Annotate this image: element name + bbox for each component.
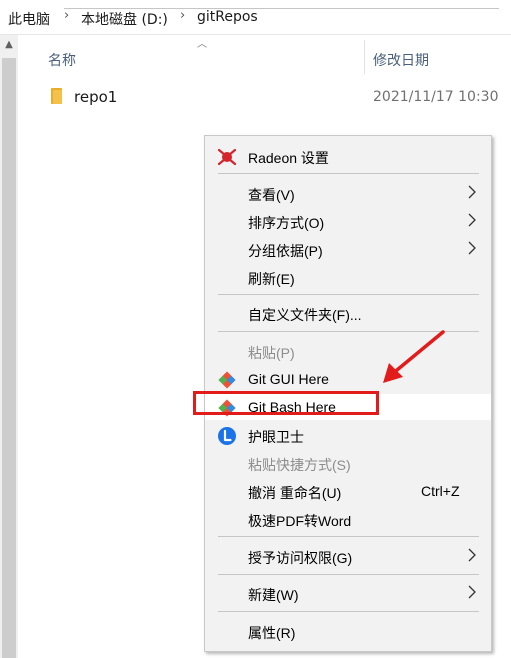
scroll-up-arrow-icon[interactable]: ▲ bbox=[0, 35, 18, 55]
menu-label: 查看(V) bbox=[248, 187, 295, 203]
folder-icon[interactable] bbox=[49, 87, 65, 105]
column-header-date[interactable]: 修改日期 bbox=[373, 50, 429, 70]
menu-label: 护眼卫士 bbox=[248, 429, 304, 445]
file-modified-date: 2021/11/17 10:30 bbox=[373, 89, 499, 105]
menu-label: 刷新(E) bbox=[248, 271, 295, 287]
menu-separator bbox=[218, 611, 479, 612]
column-header-name[interactable]: 名称 bbox=[48, 50, 76, 70]
menu-item-radeon-settings[interactable]: Radeon 设置 bbox=[205, 143, 491, 169]
breadcrumb-divider bbox=[0, 34, 511, 35]
menu-label: 排序方式(O) bbox=[248, 215, 325, 231]
menu-item-customize-folder[interactable]: 自定义文件夹(F)... bbox=[205, 300, 491, 326]
sort-ascending-icon: ︿ bbox=[197, 39, 207, 50]
menu-label: 授予访问权限(G) bbox=[248, 550, 353, 566]
scrollbar-thumb[interactable] bbox=[2, 58, 16, 658]
menu-item-sort-by[interactable]: 排序方式(O) bbox=[205, 208, 491, 234]
menu-separator bbox=[218, 173, 479, 174]
menu-item-group-by[interactable]: 分组依据(P) bbox=[205, 236, 491, 262]
menu-item-undo-rename[interactable]: 撤消 重命名(U) Ctrl+Z bbox=[205, 478, 491, 504]
column-divider[interactable] bbox=[364, 40, 365, 74]
breadcrumb-drive-d[interactable]: 本地磁盘 (D:) bbox=[81, 9, 168, 29]
menu-separator bbox=[218, 574, 479, 575]
menu-label: 撤消 重命名(U) bbox=[248, 485, 342, 501]
breadcrumb-gitrepos[interactable]: gitRepos bbox=[197, 9, 258, 25]
menu-shortcut: Ctrl+Z bbox=[421, 483, 460, 499]
menu-separator bbox=[218, 294, 479, 295]
annotation-arrow-icon bbox=[383, 330, 445, 383]
menu-item-properties[interactable]: 属性(R) bbox=[205, 618, 491, 644]
radeon-icon bbox=[217, 148, 237, 166]
menu-item-refresh[interactable]: 刷新(E) bbox=[205, 264, 491, 290]
submenu-arrow-icon bbox=[468, 241, 476, 255]
submenu-arrow-icon bbox=[468, 548, 476, 562]
menu-item-pdf-to-word[interactable]: 极速PDF转Word bbox=[205, 506, 491, 532]
menu-label: 分组依据(P) bbox=[248, 243, 323, 259]
breadcrumb-this-pc[interactable]: 此电脑 bbox=[8, 9, 50, 29]
git-gui-icon bbox=[218, 371, 236, 389]
menu-label: Git GUI Here bbox=[248, 371, 329, 387]
menu-item-view[interactable]: 查看(V) bbox=[205, 180, 491, 206]
menu-label: Radeon 设置 bbox=[248, 150, 329, 166]
menu-item-new[interactable]: 新建(W) bbox=[205, 580, 491, 606]
menu-label: 粘贴快捷方式(S) bbox=[248, 457, 351, 473]
menu-item-grant-access[interactable]: 授予访问权限(G) bbox=[205, 543, 491, 569]
eye-guard-icon bbox=[218, 427, 236, 445]
menu-label: 属性(R) bbox=[248, 625, 296, 641]
menu-item-eye-guard[interactable]: 护眼卫士 bbox=[205, 422, 491, 448]
file-name[interactable]: repo1 bbox=[74, 88, 117, 106]
menu-separator bbox=[218, 536, 479, 537]
breadcrumb: 此电脑 › 本地磁盘 (D:) › gitRepos bbox=[0, 0, 511, 34]
submenu-arrow-icon bbox=[468, 585, 476, 599]
submenu-arrow-icon bbox=[468, 213, 476, 227]
highlight-box bbox=[193, 391, 379, 415]
menu-item-paste-shortcut[interactable]: 粘贴快捷方式(S) bbox=[205, 450, 491, 476]
menu-label: 极速PDF转Word bbox=[248, 513, 352, 529]
submenu-arrow-icon bbox=[468, 185, 476, 199]
menu-label: 新建(W) bbox=[248, 587, 299, 603]
menu-label: 粘贴(P) bbox=[248, 345, 295, 361]
menu-label: 自定义文件夹(F)... bbox=[248, 307, 362, 323]
